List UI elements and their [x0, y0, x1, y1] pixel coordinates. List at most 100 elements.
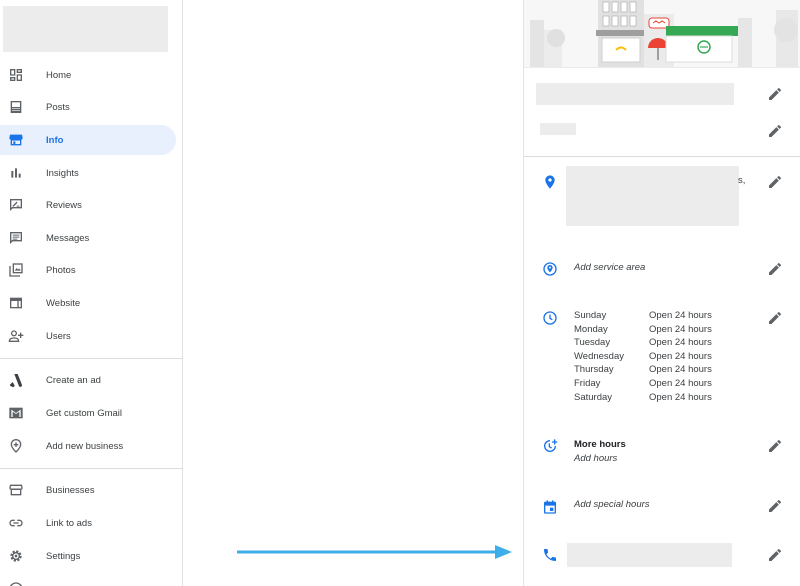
edit-phone-icon[interactable]	[767, 547, 783, 563]
annotation-arrow	[237, 545, 512, 559]
edit-address-icon[interactable]	[767, 174, 783, 190]
phone-field	[567, 543, 732, 567]
sidebar-item-insights[interactable]: Insights	[0, 158, 176, 188]
phone-icon	[544, 549, 556, 561]
sidebar-item-add-business[interactable]: Add new business	[0, 431, 176, 461]
hours-day: Tuesday	[574, 337, 611, 349]
hours-value: Open 24 hours	[649, 364, 712, 376]
edit-service-area-icon[interactable]	[767, 261, 783, 277]
edit-name-icon[interactable]	[767, 86, 783, 102]
service-area-icon	[543, 262, 557, 276]
sidebar-item-label: Add new business	[46, 440, 124, 452]
more-hours-placeholder[interactable]: Add hours	[574, 453, 617, 464]
hours-day: Friday	[574, 377, 601, 389]
sidebar-item-label: Posts	[46, 101, 70, 113]
sidebar-divider	[0, 468, 183, 469]
bar-chart-icon	[11, 168, 21, 178]
sidebar-item-label: Insights	[46, 167, 79, 179]
sidebar-item-posts[interactable]: Posts	[0, 92, 176, 122]
add-location-icon	[10, 439, 22, 453]
hours-value: Open 24 hours	[649, 350, 712, 362]
sidebar-item-label: Home	[46, 69, 72, 81]
cover-illustration	[524, 0, 800, 68]
info-panel: s, Add service area Sunday Open 24 hours …	[523, 0, 800, 586]
sidebar-item-label: Users	[46, 330, 71, 342]
hours-value: Open 24 hours	[649, 323, 712, 335]
sidebar-item-users[interactable]: Users	[0, 321, 176, 351]
sidebar-item-label: Get custom Gmail	[46, 407, 123, 419]
hours-value: Open 24 hours	[649, 391, 712, 403]
sidebar-item-label: Messages	[46, 232, 90, 244]
posts-icon	[10, 101, 22, 113]
rate-review-icon	[10, 199, 22, 211]
photo-library-icon	[9, 263, 23, 277]
sidebar: Home Posts Info Insights Reviews Message…	[0, 0, 183, 586]
sidebar-divider	[0, 358, 183, 359]
sidebar-item-partial[interactable]	[0, 574, 176, 586]
category-field	[540, 123, 576, 135]
edit-more-hours-icon[interactable]	[767, 438, 783, 454]
person-add-icon	[8, 330, 24, 342]
sidebar-item-businesses[interactable]: Businesses	[0, 475, 176, 505]
hours-day: Thursday	[574, 364, 614, 376]
location-pin-icon	[545, 175, 555, 189]
hours-row: Friday Open 24 hours	[574, 378, 712, 392]
hours-row: Wednesday Open 24 hours	[574, 351, 712, 365]
business-name-field	[536, 83, 734, 105]
hours-value: Open 24 hours	[649, 377, 712, 389]
sidebar-item-website[interactable]: Website	[0, 288, 176, 318]
hours-day: Saturday	[574, 391, 613, 403]
sidebar-item-label: Website	[46, 297, 81, 309]
gmail-icon	[9, 407, 23, 419]
sidebar-item-label: Link to ads	[46, 517, 92, 529]
settings-icon	[10, 550, 22, 562]
sidebar-item-label: Reviews	[46, 199, 82, 211]
message-icon	[10, 232, 22, 244]
sidebar-item-photos[interactable]: Photos	[0, 255, 176, 285]
special-hours-placeholder[interactable]: Add special hours	[574, 499, 650, 510]
sidebar-item-custom-gmail[interactable]: Get custom Gmail	[0, 398, 176, 428]
edit-special-hours-icon[interactable]	[767, 498, 783, 514]
hours-day: Sunday	[574, 310, 607, 321]
link-icon	[9, 519, 23, 527]
business-hours-table: Sunday Open 24 hours Monday Open 24 hours …	[574, 310, 712, 405]
hours-day: Monday	[574, 323, 608, 335]
more-hours-title: More hours	[574, 439, 626, 450]
web-icon	[10, 297, 22, 309]
sidebar-item-label: Create an ad	[46, 374, 101, 386]
edit-hours-icon[interactable]	[767, 310, 783, 326]
hours-day: Wednesday	[574, 350, 624, 362]
sidebar-item-link-ads[interactable]: Link to ads	[0, 508, 176, 538]
hours-value: Open 24 hours	[649, 337, 712, 349]
google-ads-icon	[9, 374, 23, 388]
sidebar-item-label: Businesses	[46, 484, 95, 496]
sidebar-item-create-ad[interactable]: Create an ad	[0, 365, 176, 395]
address-field	[566, 166, 739, 226]
sidebar-item-label: Settings	[46, 550, 81, 562]
sidebar-item-label: Photos	[46, 264, 76, 276]
store-icon	[9, 484, 23, 496]
sidebar-item-messages[interactable]: Messages	[0, 223, 176, 253]
section-divider	[524, 156, 800, 157]
clock-icon	[543, 311, 557, 325]
storefront-icon	[9, 134, 23, 146]
hours-value: Open 24 hours	[649, 310, 712, 321]
sidebar-item-label: Info	[46, 134, 64, 146]
dashboard-icon	[10, 69, 22, 81]
sidebar-item-settings[interactable]: Settings	[0, 541, 176, 571]
hours-row: Thursday Open 24 hours	[574, 364, 712, 378]
help-icon	[10, 582, 22, 586]
service-area-placeholder[interactable]: Add service area	[574, 262, 645, 273]
more-time-icon	[544, 439, 558, 452]
calendar-icon	[544, 500, 556, 514]
edit-category-icon[interactable]	[767, 123, 783, 139]
business-name-placeholder	[3, 6, 168, 52]
sidebar-item-reviews[interactable]: Reviews	[0, 190, 176, 220]
hours-row: Saturday Open 24 hours	[574, 392, 712, 406]
hours-row: Sunday Open 24 hours	[574, 310, 712, 324]
sidebar-item-info[interactable]: Info	[0, 125, 176, 155]
hours-row: Monday Open 24 hours	[574, 324, 712, 338]
hours-row: Tuesday Open 24 hours	[574, 337, 712, 351]
storefront-illustration	[524, 0, 800, 67]
sidebar-item-home[interactable]: Home	[0, 60, 176, 90]
